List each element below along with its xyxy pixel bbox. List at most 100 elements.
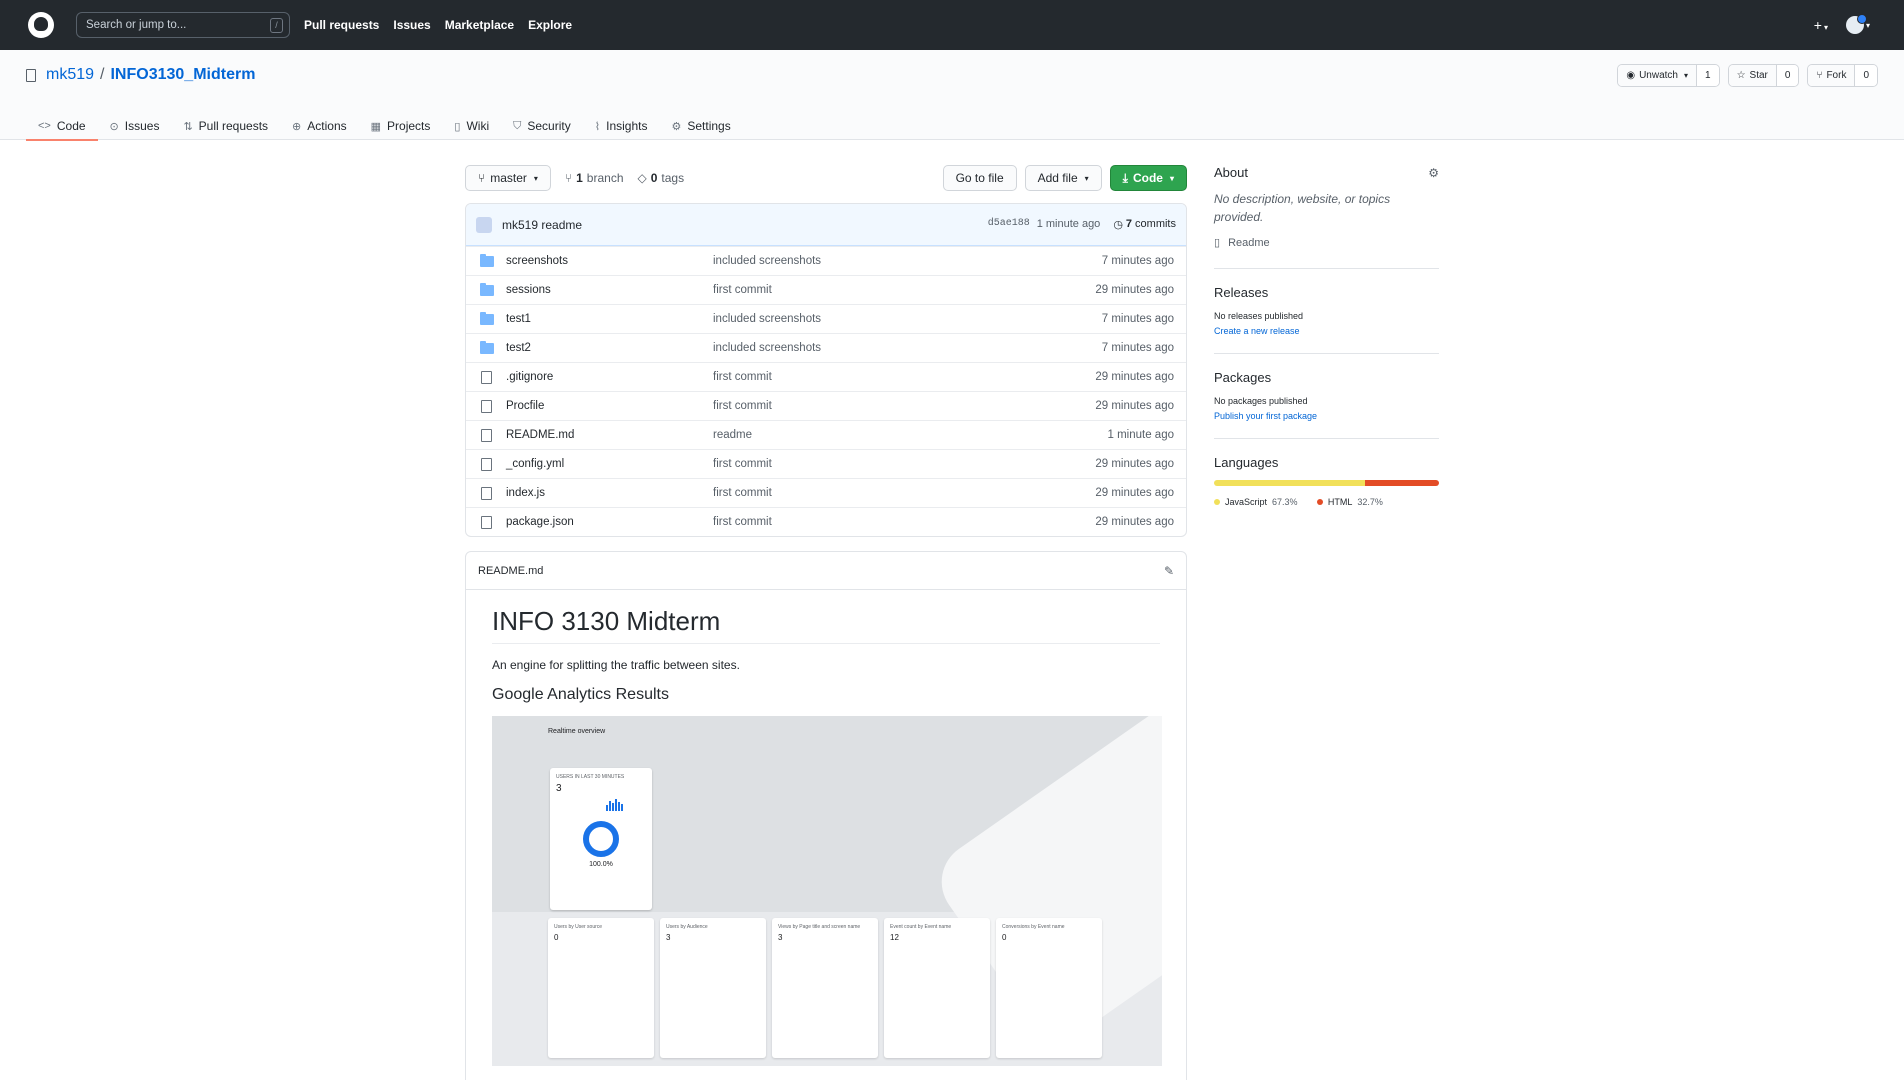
- commit-author-link[interactable]: mk519: [502, 218, 538, 232]
- branch-name: master: [490, 171, 527, 185]
- language-html[interactable]: HTML 32.7%: [1316, 497, 1383, 507]
- file-name-link[interactable]: .gitignore: [506, 371, 713, 383]
- commit-message-link[interactable]: readme: [541, 218, 582, 232]
- file-row[interactable]: _config.yml first commit 29 minutes ago: [466, 449, 1186, 478]
- create-release-link[interactable]: Create a new release: [1214, 326, 1300, 336]
- publish-package-link[interactable]: Publish your first package: [1214, 411, 1317, 421]
- nav-explore[interactable]: Explore: [528, 18, 572, 32]
- global-nav: Pull requests Issues Marketplace Explore: [304, 18, 572, 32]
- tab-code[interactable]: <> Code: [26, 112, 98, 141]
- branches-link[interactable]: ⑂ 1 branch: [565, 171, 624, 185]
- forks-count[interactable]: 0: [1855, 65, 1877, 86]
- pencil-icon[interactable]: ✎: [1164, 564, 1174, 578]
- commits-label: commits: [1135, 218, 1176, 230]
- language-javascript[interactable]: JavaScript 67.3%: [1214, 497, 1298, 507]
- nav-marketplace[interactable]: Marketplace: [445, 18, 514, 32]
- file-commit-message[interactable]: first commit: [713, 284, 1095, 296]
- analytics-card: Users by User source 0: [548, 918, 654, 1058]
- language-bar-javascript: [1214, 480, 1366, 487]
- file-commit-message[interactable]: first commit: [713, 400, 1095, 412]
- tag-icon: ◇: [637, 171, 647, 185]
- file-commit-message[interactable]: first commit: [713, 487, 1095, 499]
- analytics-cards: Users by User source 0 Users by Audience 3…: [548, 918, 1102, 1058]
- tab-settings[interactable]: ⚙ Settings: [659, 112, 742, 140]
- file-actions: Go to file Add file ▾ ⤓ Code ▾: [942, 165, 1187, 191]
- tab-security[interactable]: ⛉ Security: [501, 112, 583, 140]
- language-name: JavaScript: [1225, 497, 1268, 508]
- go-to-file-button[interactable]: Go to file: [942, 165, 1017, 191]
- repo-name-link[interactable]: INFO3130_Midterm: [110, 66, 255, 84]
- file-row[interactable]: screenshots included screenshots 7 minutes…: [466, 246, 1186, 275]
- tab-insights[interactable]: ⌇ Insights: [583, 112, 660, 140]
- file-row[interactable]: README.md readme 1 minute ago: [466, 420, 1186, 449]
- file-row[interactable]: sessions first commit 29 minutes ago: [466, 275, 1186, 304]
- add-file-button[interactable]: Add file ▾: [1024, 165, 1102, 191]
- language-dot: [1214, 499, 1220, 506]
- file-commit-message[interactable]: included screenshots: [713, 342, 1102, 354]
- repo-tabs: <> Code ⊙ Issues ⇅ Pull requests ⊕ Actions ▦…: [26, 112, 743, 141]
- file-name-link[interactable]: sessions: [506, 284, 713, 296]
- commits-link[interactable]: ◷ 7 commits: [1113, 218, 1176, 231]
- packages-title[interactable]: Packages: [1214, 370, 1271, 385]
- readme-description: An engine for splitting the traffic betw…: [492, 658, 740, 672]
- file-name-link[interactable]: screenshots: [506, 255, 713, 267]
- file-commit-message[interactable]: readme: [713, 429, 1108, 441]
- fork-button[interactable]: ⑂ Fork: [1808, 65, 1856, 86]
- file-commit-time: 7 minutes ago: [1101, 255, 1174, 267]
- tab-projects[interactable]: ▦ Projects: [359, 112, 443, 140]
- file-row[interactable]: test1 included screenshots 7 minutes ago: [466, 304, 1186, 333]
- gear-icon[interactable]: ⚙: [1428, 166, 1439, 180]
- file-commit-message[interactable]: included screenshots: [713, 255, 1102, 267]
- tab-pull-requests[interactable]: ⇅ Pull requests: [171, 112, 280, 140]
- branch-select-button[interactable]: ⑂ master ▾: [465, 165, 551, 191]
- file-row[interactable]: index.js first commit 29 minutes ago: [466, 478, 1186, 507]
- unwatch-button[interactable]: ◉ Unwatch ▾: [1618, 65, 1697, 86]
- history-icon: ◷: [1113, 219, 1123, 231]
- file-commit-message[interactable]: first commit: [713, 458, 1095, 470]
- github-logo-icon[interactable]: [28, 12, 54, 38]
- file-name-link[interactable]: package.json: [506, 516, 713, 528]
- realtime-heading: Realtime overview: [548, 728, 606, 735]
- nav-issues[interactable]: Issues: [393, 18, 430, 32]
- search-input[interactable]: Search or jump to... /: [76, 12, 290, 38]
- file-commit-message[interactable]: included screenshots: [713, 313, 1102, 325]
- watchers-count[interactable]: 1: [1697, 65, 1719, 86]
- readme-title: INFO 3130 Midterm: [492, 606, 1160, 644]
- releases-title[interactable]: Releases: [1214, 285, 1268, 300]
- repo-owner-link[interactable]: mk519: [46, 66, 94, 84]
- folder-icon: [480, 253, 496, 267]
- code-button[interactable]: ⤓ Code ▾: [1109, 165, 1187, 191]
- create-new-button[interactable]: + ▾: [1814, 17, 1828, 33]
- watch-group: ◉ Unwatch ▾ 1: [1617, 64, 1720, 87]
- file-commit-time: 7 minutes ago: [1101, 313, 1174, 325]
- file-name-link[interactable]: test2: [506, 342, 713, 354]
- file-name-link[interactable]: Procfile: [506, 400, 713, 412]
- readme-link[interactable]: ▯ Readme: [1214, 236, 1439, 252]
- file-name-link[interactable]: index.js: [506, 487, 713, 499]
- stars-count[interactable]: 0: [1776, 65, 1799, 86]
- analytics-card: Users by Audience 3: [660, 918, 766, 1058]
- file-commit-time: 29 minutes ago: [1095, 400, 1174, 412]
- star-icon: ☆: [1736, 70, 1746, 81]
- tab-wiki[interactable]: ▯ Wiki: [442, 112, 501, 140]
- user-menu-button[interactable]: ▾: [1845, 14, 1870, 34]
- file-commit-message[interactable]: first commit: [713, 371, 1095, 383]
- tab-issues[interactable]: ⊙ Issues: [98, 112, 172, 140]
- file-row[interactable]: .gitignore first commit 29 minutes ago: [466, 362, 1186, 391]
- tab-actions[interactable]: ⊕ Actions: [280, 112, 359, 140]
- file-row[interactable]: test2 included screenshots 7 minutes ago: [466, 333, 1186, 362]
- readme-filename-link[interactable]: README.md: [478, 565, 543, 577]
- file-name-link[interactable]: _config.yml: [506, 458, 713, 470]
- actions-icon: ⊕: [292, 120, 302, 133]
- file-row[interactable]: Procfile first commit 29 minutes ago: [466, 391, 1186, 420]
- tab-label: Pull requests: [198, 119, 269, 133]
- file-row[interactable]: package.json first commit 29 minutes ago: [466, 507, 1186, 536]
- tags-link[interactable]: ◇ 0 tags: [638, 171, 685, 185]
- file-name-link[interactable]: test1: [506, 313, 713, 325]
- file-commit-message[interactable]: first commit: [713, 516, 1095, 528]
- star-button[interactable]: ☆ Star: [1728, 65, 1777, 86]
- file-icon: [480, 399, 496, 413]
- commit-sha-link[interactable]: d5ae188: [988, 218, 1030, 231]
- nav-pull-requests[interactable]: Pull requests: [304, 18, 379, 32]
- file-name-link[interactable]: README.md: [506, 429, 713, 441]
